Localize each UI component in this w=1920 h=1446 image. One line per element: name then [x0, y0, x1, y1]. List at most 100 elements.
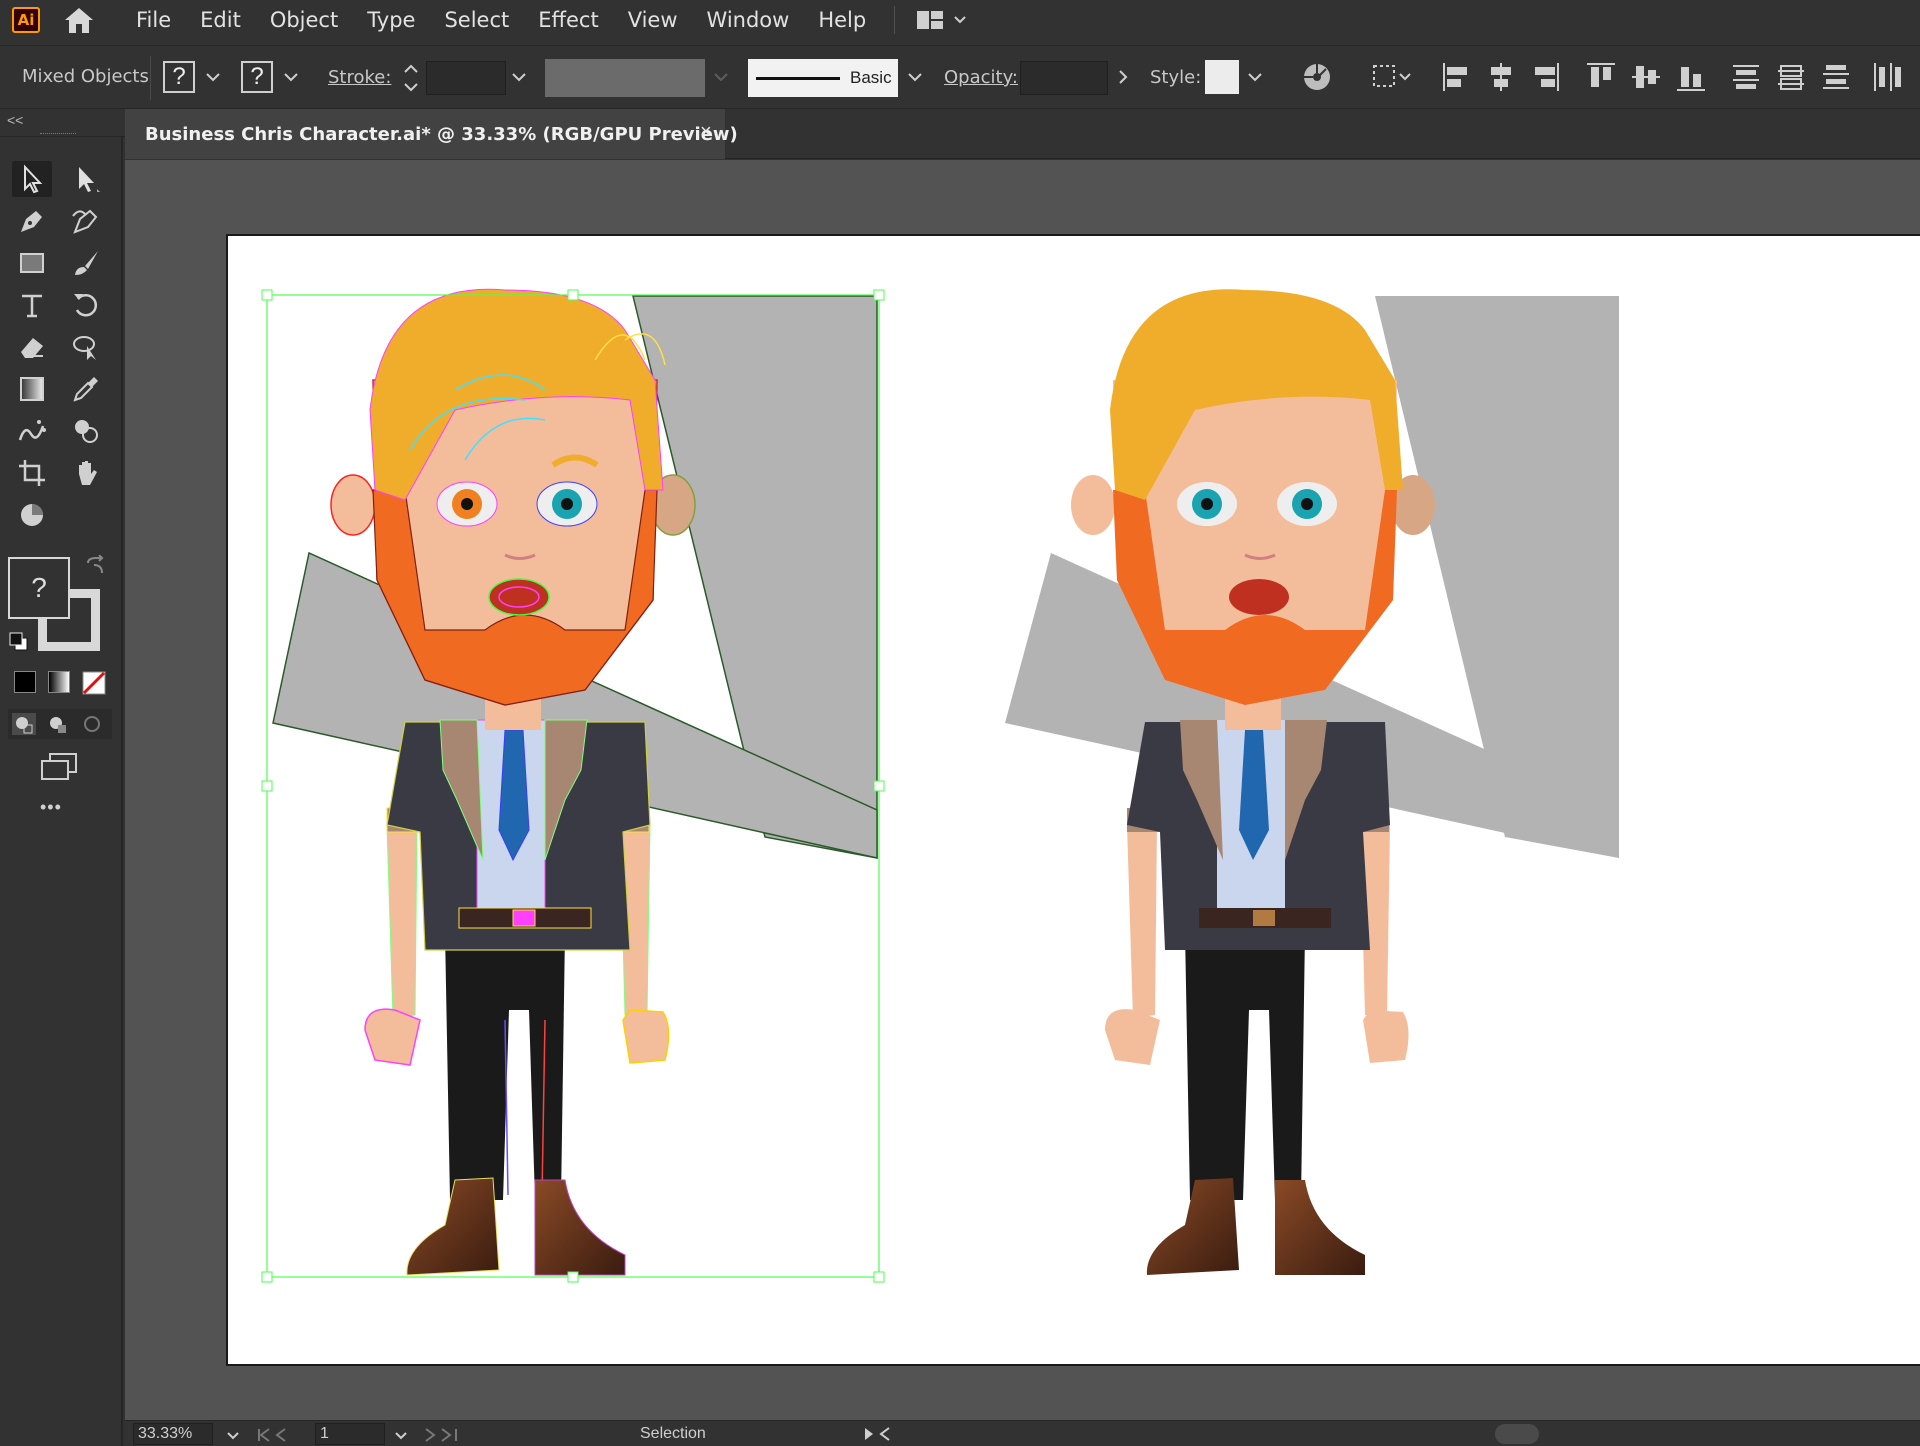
- chevron-down-icon[interactable]: [904, 66, 926, 88]
- eraser-tool[interactable]: [12, 329, 52, 365]
- ear-left[interactable]: [330, 474, 376, 536]
- handle-top-center[interactable]: [567, 289, 579, 301]
- type-tool[interactable]: [12, 287, 52, 323]
- horizontal-scroll-thumb[interactable]: [1495, 1424, 1539, 1444]
- mouth[interactable]: [488, 578, 550, 616]
- hand-left[interactable]: [364, 1008, 421, 1066]
- chevron-down-icon[interactable]: [508, 66, 530, 88]
- distribute-bottom-icon[interactable]: [1820, 60, 1852, 94]
- opacity-label[interactable]: Opacity:: [944, 67, 1018, 88]
- edit-toolbar-button[interactable]: •••: [40, 797, 62, 818]
- selection-tool[interactable]: [12, 161, 52, 197]
- fill-swatch[interactable]: ?: [8, 557, 70, 619]
- shape-builder-tool[interactable]: [66, 413, 106, 449]
- none-mode-icon[interactable]: [82, 671, 106, 695]
- paintbrush-tool[interactable]: [66, 245, 106, 281]
- menu-help[interactable]: Help: [818, 8, 866, 32]
- gradient-mode-button[interactable]: [48, 671, 70, 693]
- mouth-2[interactable]: [1229, 579, 1289, 615]
- align-to-icon[interactable]: [1370, 60, 1414, 94]
- menu-file[interactable]: File: [136, 8, 171, 32]
- chevron-down-icon[interactable]: [225, 1427, 241, 1443]
- brush-definition-dropdown[interactable]: Basic: [748, 59, 898, 97]
- distribute-top-icon[interactable]: [1730, 60, 1762, 94]
- artboard-number-input[interactable]: 1: [315, 1423, 385, 1445]
- status-play-arrows-icon[interactable]: [863, 1426, 893, 1442]
- grip-icon[interactable]: [40, 133, 76, 136]
- hand-tool[interactable]: [66, 455, 106, 491]
- rectangle-tool[interactable]: [12, 245, 52, 281]
- zoom-input[interactable]: 33.33%: [133, 1423, 213, 1445]
- recolor-artwork-icon[interactable]: [1300, 60, 1334, 94]
- variable-width-profile[interactable]: [545, 59, 705, 97]
- align-left-icon[interactable]: [1440, 60, 1472, 94]
- menu-select[interactable]: Select: [444, 8, 509, 32]
- puppet-warp-tool[interactable]: [66, 329, 106, 365]
- menu-object[interactable]: Object: [270, 8, 338, 32]
- pupil-left-2[interactable]: [1201, 498, 1213, 510]
- stroke-weight-input[interactable]: [426, 61, 506, 95]
- handle-bottom-center[interactable]: [567, 1271, 579, 1283]
- next-last-artboard-icon[interactable]: [420, 1427, 470, 1443]
- handle-middle-left[interactable]: [261, 780, 273, 792]
- handle-top-left[interactable]: [261, 289, 273, 301]
- distribute-left-icon[interactable]: [1870, 60, 1904, 94]
- rotate-tool[interactable]: [66, 287, 106, 323]
- draw-behind-icon[interactable]: [46, 713, 70, 735]
- align-vertical-center-icon[interactable]: [1630, 60, 1662, 94]
- graphic-style-swatch[interactable]: [1205, 60, 1239, 94]
- pupil-right-2[interactable]: [1301, 498, 1313, 510]
- default-fill-stroke-icon[interactable]: [8, 631, 30, 653]
- draw-inside-icon[interactable]: [80, 713, 104, 735]
- hand-right[interactable]: [622, 1009, 670, 1064]
- chevron-down-icon[interactable]: [280, 66, 302, 88]
- pupil-left[interactable]: [461, 498, 473, 510]
- screen-mode-icon[interactable]: [38, 751, 82, 783]
- close-tab-icon[interactable]: ×: [700, 121, 712, 144]
- stroke-label[interactable]: Stroke:: [328, 67, 391, 88]
- symbol-sprayer-tool[interactable]: [12, 413, 52, 449]
- artboard-tool[interactable]: [12, 455, 52, 491]
- stroke-weight-stepper-icon[interactable]: [402, 60, 420, 96]
- handle-bottom-left[interactable]: [261, 1271, 273, 1283]
- handle-middle-right[interactable]: [873, 780, 885, 792]
- align-top-icon[interactable]: [1585, 60, 1617, 94]
- opacity-input[interactable]: [1020, 61, 1108, 95]
- chevron-down-icon[interactable]: [1244, 66, 1266, 88]
- align-right-icon[interactable]: [1530, 60, 1562, 94]
- workspace-switcher-icon[interactable]: [915, 8, 971, 32]
- menu-view[interactable]: View: [628, 8, 678, 32]
- chevron-down-icon[interactable]: [393, 1427, 409, 1443]
- canvas-area[interactable]: [125, 160, 1920, 1420]
- home-icon[interactable]: [62, 5, 96, 35]
- direct-selection-tool[interactable]: [66, 161, 106, 197]
- align-bottom-icon[interactable]: [1675, 60, 1707, 94]
- menu-type[interactable]: Type: [367, 8, 415, 32]
- stroke-color-swatch[interactable]: ?: [241, 61, 273, 93]
- chevron-right-icon[interactable]: [1112, 66, 1134, 88]
- distribute-vertical-center-icon[interactable]: [1775, 60, 1807, 94]
- draw-normal-icon[interactable]: [12, 713, 36, 735]
- eyedropper-tool[interactable]: [66, 371, 106, 407]
- first-previous-artboard-icon[interactable]: [255, 1427, 305, 1443]
- fill-color-swatch[interactable]: ?: [163, 61, 195, 93]
- hand-right-2[interactable]: [1363, 1010, 1409, 1063]
- curvature-tool[interactable]: [66, 203, 106, 239]
- menu-window[interactable]: Window: [707, 8, 790, 32]
- pen-tool[interactable]: [12, 203, 52, 239]
- ear-left-2[interactable]: [1071, 475, 1115, 535]
- belt-buckle-2[interactable]: [1253, 910, 1275, 926]
- document-tab[interactable]: Business Chris Character.ai* @ 33.33% (R…: [125, 109, 738, 159]
- menu-edit[interactable]: Edit: [200, 8, 241, 32]
- swap-fill-stroke-icon[interactable]: [84, 555, 106, 577]
- collapse-panels-button[interactable]: <<: [7, 112, 23, 128]
- gradient-tool[interactable]: [12, 371, 52, 407]
- chevron-down-icon[interactable]: [202, 66, 224, 88]
- align-horizontal-center-icon[interactable]: [1485, 60, 1517, 94]
- belt-buckle[interactable]: [512, 909, 536, 927]
- pie-chart-tool[interactable]: [12, 497, 52, 533]
- handle-bottom-right[interactable]: [873, 1271, 885, 1283]
- pupil-right[interactable]: [561, 498, 573, 510]
- color-mode-button[interactable]: [14, 671, 36, 693]
- menu-effect[interactable]: Effect: [538, 8, 598, 32]
